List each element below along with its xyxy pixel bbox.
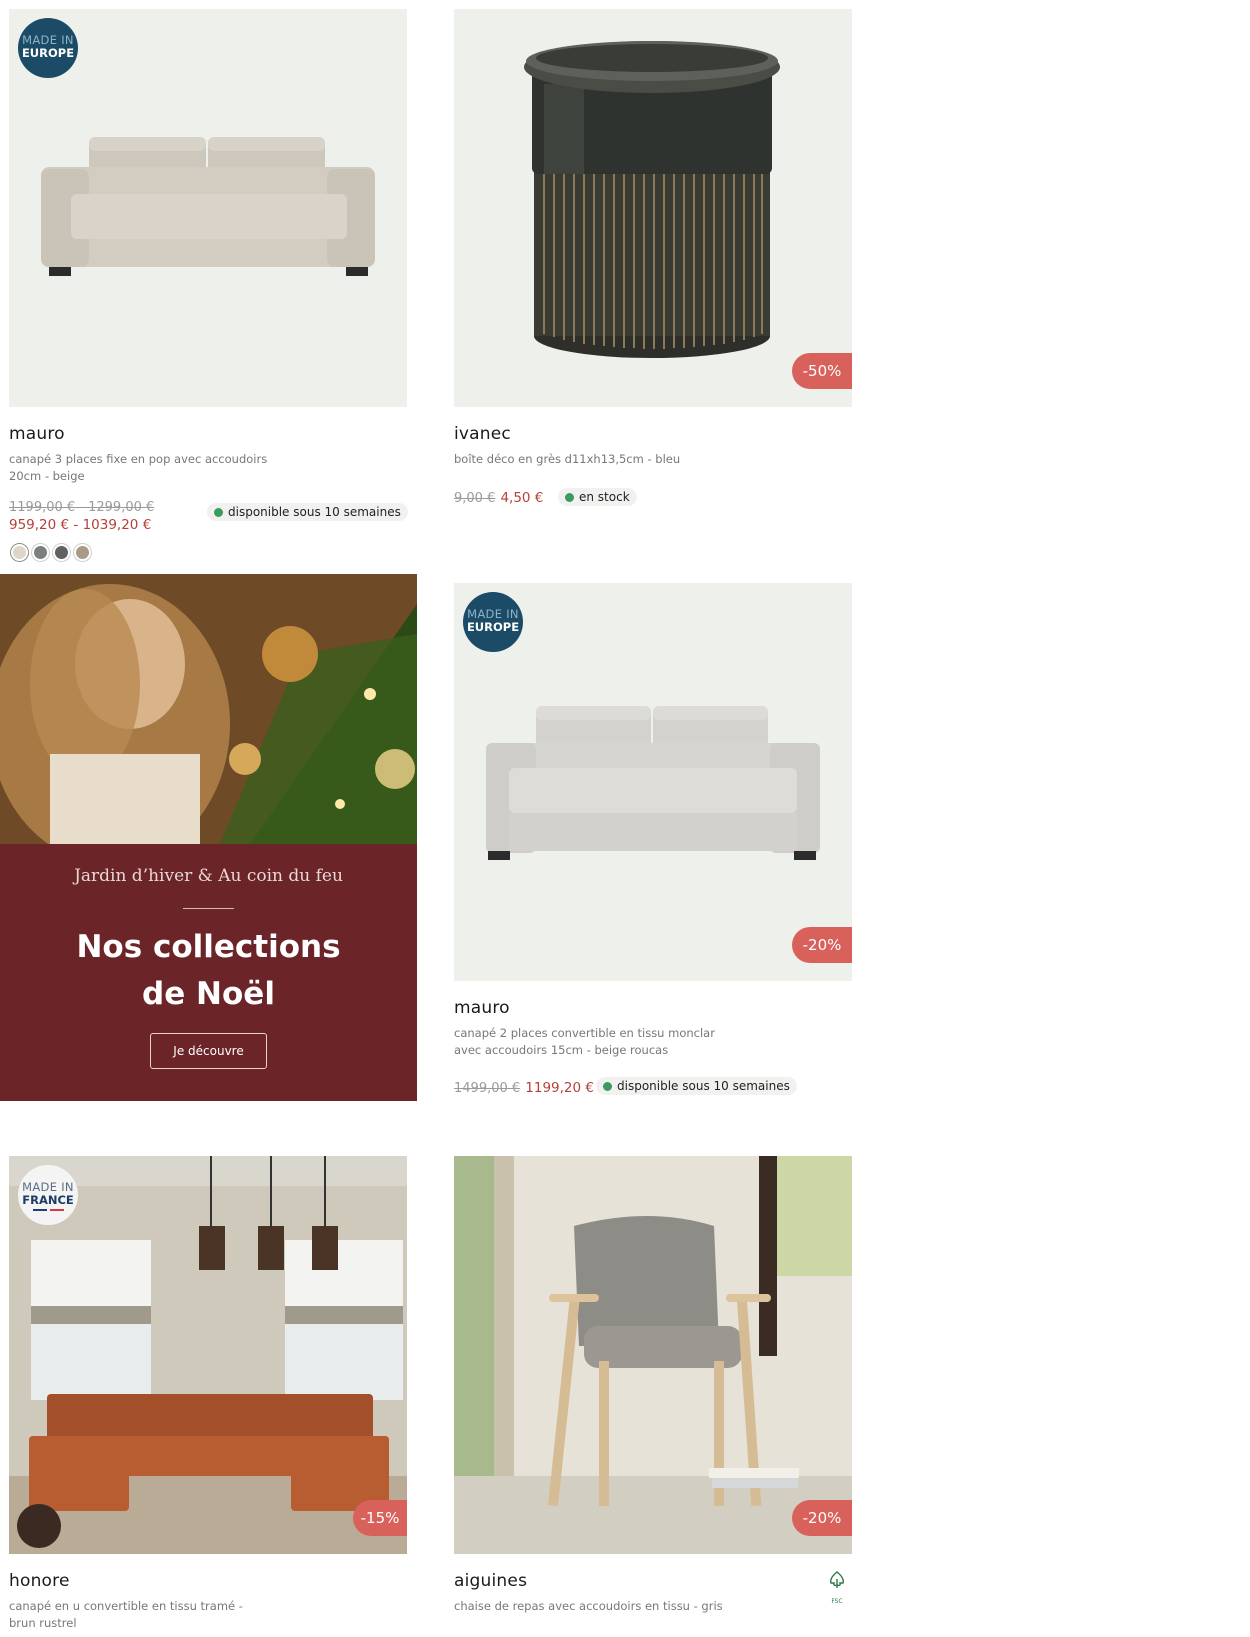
product-image[interactable]: -20% <box>454 1156 852 1554</box>
product-description: canapé 3 places fixe en pop avec accoudo… <box>9 452 268 483</box>
product-image[interactable]: -50% <box>454 9 852 407</box>
sale-price: 1199,20 € <box>525 1080 594 1096</box>
status-dot-icon <box>603 1082 612 1091</box>
product-card[interactable]: MADE IN EUROPE -20% mauro canapé 2 place… <box>454 583 852 1096</box>
product-card[interactable]: MADE IN FRANCE -15% honore canapé en u c… <box>9 1156 407 1630</box>
color-swatch[interactable] <box>32 544 49 561</box>
product-description: chaise de repas avec accoudoirs en tissu… <box>454 1599 723 1613</box>
discount-badge: -15% <box>353 1500 407 1536</box>
product-card[interactable]: -20% aiguines chaise de repas avec accou… <box>454 1156 852 1613</box>
sale-price: 959,20 € - 1039,20 € <box>9 517 152 533</box>
promo-photo <box>0 574 417 844</box>
discount-badge: -20% <box>792 1500 852 1536</box>
promo-title: Nos collections de Noël <box>76 929 341 1012</box>
product-name[interactable]: mauro <box>9 424 65 444</box>
status-dot-icon <box>565 493 574 502</box>
color-swatch[interactable] <box>11 544 28 561</box>
discover-button[interactable]: Je découvre <box>150 1033 267 1069</box>
old-price: 9,00 € <box>454 491 496 506</box>
color-swatches <box>11 544 95 565</box>
product-image[interactable]: MADE IN FRANCE -15% <box>9 1156 407 1554</box>
product-card[interactable]: MADE IN EUROPE mauro canapé 3 places fix… <box>9 9 408 561</box>
christmas-photo <box>0 574 417 844</box>
fsc-certification-icon: FSC <box>826 1570 848 1605</box>
color-swatch[interactable] <box>53 544 70 561</box>
promo-panel: Jardin d’hiver & Au coin du feu Nos coll… <box>0 844 417 1101</box>
product-name[interactable]: honore <box>9 1571 70 1591</box>
french-flag-icon <box>18 1209 78 1211</box>
product-name[interactable]: mauro <box>454 998 510 1018</box>
product-name[interactable]: aiguines <box>454 1571 527 1591</box>
promo-banner[interactable]: Jardin d’hiver & Au coin du feu Nos coll… <box>0 574 417 1101</box>
tree-icon <box>830 1571 844 1588</box>
made-in-france-badge: MADE IN FRANCE <box>18 1165 78 1225</box>
availability-badge: disponible sous 10 semaines <box>596 1077 797 1095</box>
price-row: 9,00 € 4,50 € <box>454 487 543 506</box>
made-in-europe-badge: MADE IN EUROPE <box>18 18 78 78</box>
old-price: 1499,00 € <box>454 1081 521 1096</box>
sale-price: 4,50 € <box>500 490 544 506</box>
old-price: 1199,00 € - 1299,00 € <box>9 500 155 515</box>
product-description: canapé en u convertible en tissu tramé -… <box>9 1599 243 1630</box>
product-name[interactable]: ivanec <box>454 424 511 444</box>
price-row: 1499,00 € 1199,20 € <box>454 1077 594 1096</box>
deco-box-image <box>454 9 852 407</box>
made-in-europe-badge: MADE IN EUROPE <box>463 592 523 652</box>
product-image[interactable]: MADE IN EUROPE -20% <box>454 583 852 981</box>
status-dot-icon <box>214 508 223 517</box>
promo-kicker: Jardin d’hiver & Au coin du feu <box>74 866 343 886</box>
chair-image <box>454 1156 852 1554</box>
availability-badge: en stock <box>558 488 637 506</box>
discount-badge: -50% <box>792 353 852 389</box>
product-card[interactable]: -50% ivanec boîte déco en grès d11xh13,5… <box>454 9 852 506</box>
product-image[interactable]: MADE IN EUROPE <box>9 9 407 407</box>
availability-badge: disponible sous 10 semaines <box>207 503 408 521</box>
divider <box>183 908 234 909</box>
product-description: canapé 2 places convertible en tissu mon… <box>454 1026 715 1057</box>
discount-badge: -20% <box>792 927 852 963</box>
color-swatch[interactable] <box>74 544 91 561</box>
product-description: boîte déco en grès d11xh13,5cm - bleu <box>454 452 681 466</box>
